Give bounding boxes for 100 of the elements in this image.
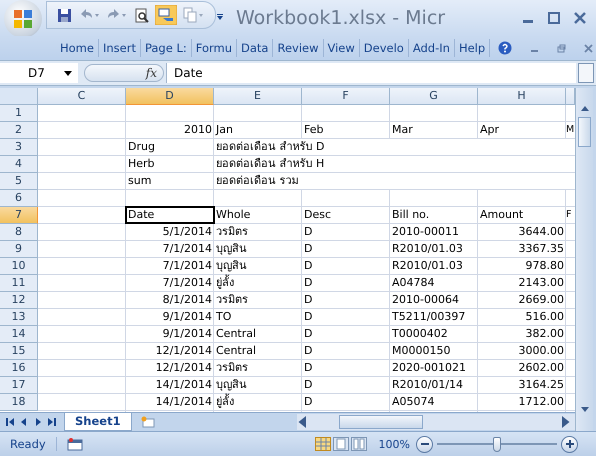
first-sheet-icon[interactable] — [6, 418, 14, 426]
insert-function-button[interactable]: fx — [84, 64, 164, 82]
row-header[interactable]: 12 — [0, 292, 38, 309]
copy-icon[interactable] — [183, 7, 205, 23]
table-cell-text: Drug — [127, 139, 156, 155]
table-cell-text: Bill no. — [391, 207, 430, 223]
close-icon[interactable] — [584, 44, 594, 52]
last-sheet-icon[interactable] — [48, 418, 56, 426]
insert-sheet-icon[interactable] — [140, 416, 156, 428]
ribbon-tab[interactable]: Insert — [98, 39, 141, 57]
row-header[interactable]: 10 — [0, 258, 38, 275]
table-cell-text: 9/1/2014 — [162, 309, 213, 325]
ribbon-tab[interactable]: Formu — [192, 39, 237, 57]
row-header[interactable]: 11 — [0, 275, 38, 292]
maximize-icon[interactable] — [548, 12, 560, 24]
row-header[interactable]: 3 — [0, 139, 38, 156]
row-header[interactable]: 8 — [0, 224, 38, 241]
zoom-slider-thumb[interactable] — [493, 436, 501, 452]
ribbon-tab[interactable]: Develo — [360, 39, 409, 57]
table-cell-text: Feb — [303, 122, 324, 138]
ribbon-tab[interactable]: Add-In — [408, 39, 455, 57]
close-icon[interactable] — [574, 12, 586, 24]
help-icon[interactable] — [498, 41, 512, 55]
ribbon-tab[interactable]: Review — [273, 39, 324, 57]
macro-record-icon[interactable] — [66, 438, 83, 450]
ribbon-tab[interactable]: Home — [56, 39, 99, 57]
dropdown-arrow-icon[interactable] — [64, 70, 72, 76]
row-header[interactable]: 1 — [0, 105, 38, 122]
zoom-out-button[interactable] — [416, 436, 433, 452]
table-cell-text: TO — [215, 309, 232, 325]
table-cell-text: วรมิตร — [215, 360, 249, 376]
window-title: Workbook1.xlsx - Micr — [236, 7, 446, 29]
comment-icon[interactable] — [155, 5, 177, 25]
column-header[interactable]: F — [302, 88, 390, 105]
office-logo-icon — [12, 8, 34, 30]
sheet-tab[interactable]: Sheet1 — [64, 413, 132, 431]
ribbon-tab[interactable]: Data — [237, 39, 274, 57]
table-cell: ยอดต่อเดือน สำหรับ H — [214, 156, 566, 172]
normal-view-icon[interactable] — [314, 437, 331, 451]
table-cell-text: T5211/00397 — [391, 309, 466, 325]
scrollbar-thumb[interactable] — [578, 117, 591, 147]
page-break-icon[interactable] — [350, 437, 367, 451]
scrollbar-thumb[interactable] — [339, 415, 423, 429]
zoom-in-button[interactable] — [561, 436, 578, 452]
ribbon-tab[interactable]: Page L: — [140, 39, 192, 57]
ribbon-tab[interactable]: Help — [454, 39, 490, 57]
row-header[interactable]: 2 — [0, 122, 38, 139]
page-layout-icon[interactable] — [332, 437, 349, 451]
table-cell-text: บุญสิน — [215, 258, 248, 274]
table-cell-text: D — [303, 241, 314, 257]
column-header[interactable]: C — [38, 88, 126, 105]
previous-sheet-icon[interactable] — [20, 418, 28, 426]
table-cell-text: 2020-001021 — [391, 360, 467, 376]
restore-icon[interactable] — [557, 44, 566, 52]
formula-field[interactable]: Date — [166, 63, 576, 83]
table-cell: ยอดต่อเดือน สำหรับ D — [214, 139, 566, 155]
horizontal-scrollbar[interactable] — [297, 414, 575, 430]
row-header[interactable]: 16 — [0, 360, 38, 377]
scroll-left-icon[interactable] — [297, 416, 309, 428]
row-header[interactable]: 15 — [0, 343, 38, 360]
next-sheet-icon[interactable] — [34, 418, 42, 426]
save-icon[interactable] — [57, 8, 72, 22]
row-header[interactable]: 18 — [0, 394, 38, 411]
name-box[interactable]: D7 — [0, 63, 78, 83]
column-header[interactable]: E — [214, 88, 302, 105]
table-cell-text: บุญสิน — [215, 241, 248, 257]
vertical-scrollbar[interactable] — [575, 88, 593, 431]
table-cell-text: Apr — [479, 122, 500, 138]
row-header[interactable]: 17 — [0, 377, 38, 394]
column-header[interactable]: D — [126, 88, 214, 105]
scroll-right-icon[interactable] — [559, 416, 571, 428]
scroll-up-icon[interactable] — [580, 105, 588, 113]
table-cell-text: 7/1/2014 — [162, 258, 213, 274]
row-header[interactable]: 6 — [0, 190, 38, 207]
table-cell-text: 3367.35 — [518, 241, 565, 257]
scroll-down-icon[interactable] — [580, 405, 588, 413]
row-header[interactable]: 7 — [0, 207, 38, 224]
row-header[interactable]: 4 — [0, 156, 38, 173]
table-cell-text: D — [303, 326, 314, 342]
print-preview-icon[interactable] — [134, 8, 149, 22]
row-header[interactable]: 14 — [0, 326, 38, 343]
row-header[interactable]: 9 — [0, 241, 38, 258]
table-cell-text: D — [303, 224, 314, 240]
column-header[interactable]: G — [390, 88, 478, 105]
column-header[interactable]: H — [478, 88, 566, 105]
customize-arrow-icon[interactable] — [216, 14, 224, 22]
table-cell-text: ยู่ลั้ง — [215, 275, 235, 291]
table-cell-text: 516.00 — [524, 309, 565, 325]
plus-icon — [566, 440, 574, 448]
table-cell-text: R2010/01/14 — [391, 377, 464, 393]
table-cell-text: 3000.00 — [518, 343, 565, 359]
table-cell-text: R2010/01.03 — [391, 241, 464, 257]
row-header[interactable]: 5 — [0, 173, 38, 190]
active-cell[interactable]: Date — [126, 207, 214, 223]
row-header[interactable]: 13 — [0, 309, 38, 326]
office-button[interactable] — [4, 0, 42, 38]
table-cell-text: Jan — [214, 122, 234, 138]
ribbon-tab[interactable]: View — [324, 39, 360, 57]
zoom-level[interactable]: 100% — [378, 438, 410, 450]
expand-formula-button[interactable] — [578, 63, 594, 83]
